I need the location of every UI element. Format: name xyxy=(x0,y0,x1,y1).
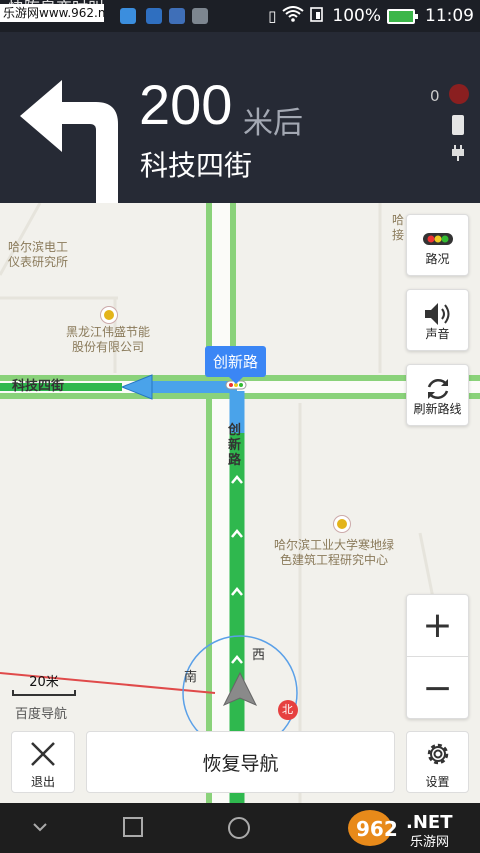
road-label-vertical: 创新路 xyxy=(228,423,242,468)
settings-button[interactable]: 设置 xyxy=(406,731,469,793)
compass-west: 西 xyxy=(252,648,266,663)
home-icon[interactable] xyxy=(227,816,251,840)
svg-text:962: 962 xyxy=(356,817,398,841)
status-bar: 快陈泉恋吋叫 乐游网www.962.net ▯ 100% 11:09 xyxy=(0,0,480,32)
battery-icon xyxy=(387,8,418,24)
battery-percent: 100% xyxy=(332,6,381,26)
road-label-horizontal: 科技四街 xyxy=(12,379,65,394)
compass-north: 北 xyxy=(282,703,293,716)
resume-navigation-button[interactable]: 恢复导航 xyxy=(86,731,395,793)
distance-value: 200 xyxy=(139,73,233,136)
clock: 11:09 xyxy=(425,6,474,26)
wifi-icon xyxy=(282,5,305,27)
map-scale: 20米 xyxy=(12,671,76,696)
exit-button[interactable]: 退出 xyxy=(11,731,75,793)
signal-icon xyxy=(310,6,326,27)
next-road-name: 科技四街 xyxy=(140,149,253,182)
poi-label[interactable]: 哈尔滨电工 仪表研究所 xyxy=(8,240,68,270)
svg-text:乐游网: 乐游网 xyxy=(410,835,449,850)
sound-button[interactable]: 声音 xyxy=(406,289,469,351)
poi-marker-icon[interactable] xyxy=(101,307,117,323)
notification-mail-icon xyxy=(146,8,162,24)
gear-icon xyxy=(427,743,448,765)
exit-label: 退出 xyxy=(30,775,55,789)
chevron-down-icon[interactable] xyxy=(32,821,48,833)
turn-left-arrow-icon xyxy=(20,80,118,208)
refresh-route-button[interactable]: 刷新路线 xyxy=(406,364,469,426)
refresh-route-label: 刷新路线 xyxy=(413,402,462,416)
refresh-icon xyxy=(407,375,468,403)
vibrate-icon: ▯ xyxy=(268,7,277,25)
traffic-label: 路况 xyxy=(425,252,450,266)
scale-bar xyxy=(12,690,76,696)
scale-text: 20米 xyxy=(29,675,59,690)
compass-south: 南 xyxy=(184,670,198,685)
sound-label: 声音 xyxy=(425,327,450,341)
zoom-out-button[interactable]: − xyxy=(407,657,468,719)
distance-unit: 米后 xyxy=(243,106,303,141)
satellite-count: 0 xyxy=(430,87,440,105)
speaker-icon xyxy=(407,300,468,328)
poi-marker-icon[interactable] xyxy=(334,516,350,532)
poi-label[interactable]: 哈接 xyxy=(392,213,404,243)
settings-label: 设置 xyxy=(425,775,450,789)
svg-text:.NET: .NET xyxy=(406,812,453,833)
image-icon xyxy=(192,8,208,24)
usb-icon xyxy=(169,8,185,24)
road-name-tooltip: 创新路 xyxy=(205,346,267,384)
gps-signal-icon xyxy=(449,84,469,104)
site-logo: 962 .NET 乐游网 xyxy=(346,806,474,850)
zoom-control: + − xyxy=(406,594,469,719)
brand-label: 百度导航 xyxy=(15,707,68,722)
guidance-panel: 200 米后 科技四街 0 xyxy=(0,32,480,208)
notification-app-icon xyxy=(120,8,136,24)
charging-plug-icon xyxy=(452,145,464,161)
watermark: 乐游网www.962.net xyxy=(0,4,104,22)
poi-label[interactable]: 黑龙江伟盛节能 股份有限公司 xyxy=(66,325,150,355)
recent-apps-icon[interactable] xyxy=(122,816,144,838)
traffic-button[interactable]: 路况 xyxy=(406,214,469,276)
traffic-light-icon xyxy=(407,225,468,253)
zoom-in-button[interactable]: + xyxy=(407,595,468,657)
close-icon xyxy=(31,742,55,766)
poi-label[interactable]: 哈尔滨工业大学寒地绿 色建筑工程研究中心 xyxy=(274,538,394,568)
phone-battery-icon xyxy=(452,115,464,135)
